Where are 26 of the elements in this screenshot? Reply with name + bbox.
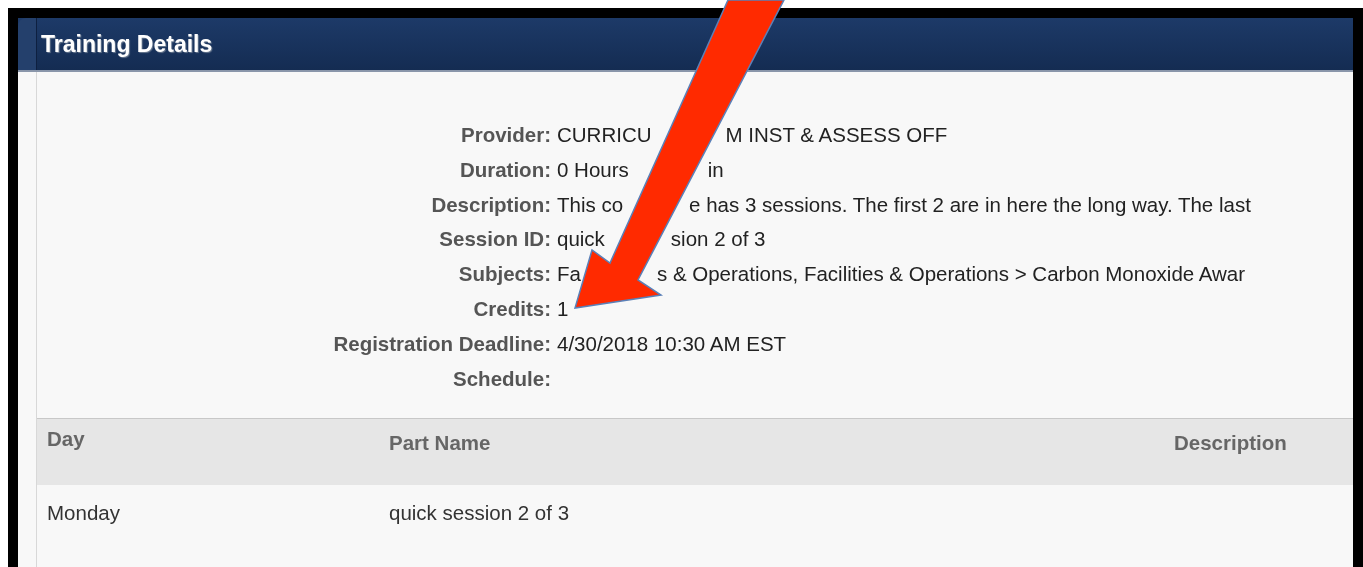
column-header: Day (47, 426, 86, 453)
field-label: Duration: (458, 156, 551, 183)
table-cell-text: quick session 2 of 3 (389, 501, 571, 526)
field-value: 4/30/2018 10:30 AM EST (557, 330, 787, 357)
field-value: s & Operations, Facilities & Operations > Carbon Monoxide Awar (656, 261, 1246, 288)
column-header: Description (1174, 430, 1288, 457)
field-value: e has 3 sessions. The first 2 are in here the long way. The last (689, 191, 1251, 218)
field-label: Schedule: (452, 365, 551, 392)
field-value: quick (557, 226, 605, 253)
field-value: CURRICU (557, 122, 652, 148)
column-header: Part Name (389, 430, 492, 457)
field-value: in (707, 156, 724, 183)
field-value: Fa (557, 261, 581, 288)
table-cell-text: Monday (47, 501, 121, 526)
field-value: 0 Hours (557, 156, 629, 183)
field-label: Credits: (472, 296, 551, 322)
field-label: Registration Deadline: (332, 330, 551, 357)
panel-title: Training Details (41, 30, 213, 58)
field-label: Description: (430, 191, 551, 218)
field-label: Provider: (460, 122, 551, 148)
field-label: Session ID: (438, 226, 551, 253)
field-value: 1 (557, 296, 569, 322)
field-value: M INST & ASSESS OFF (725, 122, 948, 148)
field-value: sion 2 of 3 (670, 226, 766, 253)
field-label: Subjects: (457, 261, 551, 288)
field-value: This co (557, 191, 624, 218)
